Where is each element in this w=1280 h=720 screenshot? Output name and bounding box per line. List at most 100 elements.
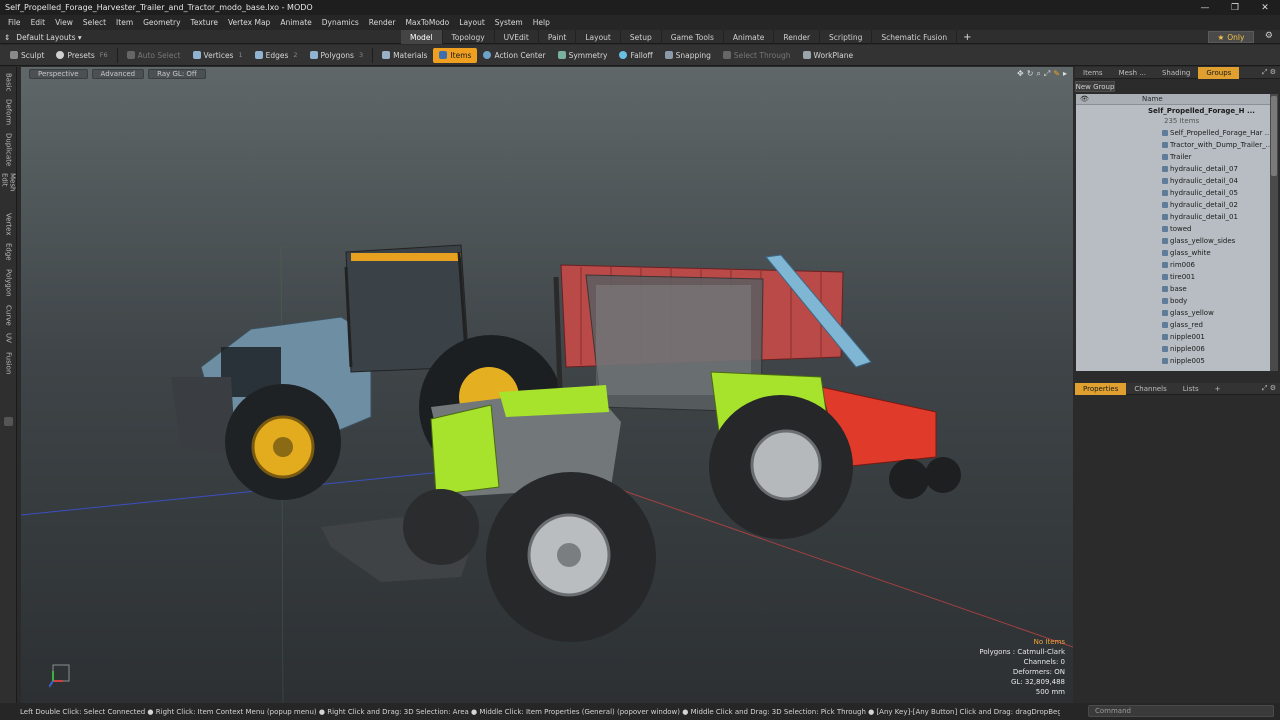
tab-schematic-fusion[interactable]: Schematic Fusion — [872, 30, 958, 44]
group-item-row[interactable]: base — [1076, 284, 1270, 296]
group-item-row[interactable]: nipple005 — [1076, 356, 1270, 368]
polygons-button[interactable]: Polygons 3 — [304, 48, 370, 63]
tab-mesh[interactable]: Mesh ... — [1111, 67, 1154, 79]
tab-layout[interactable]: Layout — [576, 30, 621, 44]
side-tab-duplicate[interactable]: Duplicate — [2, 131, 15, 169]
group-item-row[interactable]: glass_yellow_sides — [1076, 236, 1270, 248]
expand-tools-button[interactable] — [4, 417, 13, 426]
menu-texture[interactable]: Texture — [186, 18, 223, 27]
name-column-header[interactable]: Name — [1142, 95, 1163, 103]
group-item-row[interactable]: nipple001 — [1076, 332, 1270, 344]
menu-dynamics[interactable]: Dynamics — [317, 18, 364, 27]
group-item-row[interactable]: hydraulic_detail_05 — [1076, 188, 1270, 200]
shading-mode-dropdown[interactable]: Advanced — [91, 69, 145, 79]
menu-render[interactable]: Render — [364, 18, 401, 27]
snapping-button[interactable]: Snapping — [659, 48, 717, 63]
tab-game-tools[interactable]: Game Tools — [662, 30, 724, 44]
group-item-row[interactable]: Trailer — [1076, 152, 1270, 164]
layout-selector[interactable]: ⇕ Default Layouts ▾ — [4, 30, 82, 44]
tab-lists[interactable]: Lists — [1175, 383, 1207, 395]
gear-icon[interactable]: ⚙ — [1265, 31, 1273, 41]
view-mode-dropdown[interactable]: Perspective — [29, 69, 88, 79]
raygl-toggle[interactable]: Ray GL: Off — [148, 69, 206, 79]
group-item-row[interactable]: hydraulic_detail_02 — [1076, 200, 1270, 212]
menu-select[interactable]: Select — [78, 18, 111, 27]
groups-list[interactable]: 👁 Name Self_Propelled_Forage_H ... 235 It… — [1076, 94, 1270, 371]
tab-properties[interactable]: Properties — [1075, 382, 1127, 395]
group-item-row[interactable]: glass_yellow — [1076, 308, 1270, 320]
group-item-row[interactable]: hydraulic_detail_07 — [1076, 164, 1270, 176]
menu-system[interactable]: System — [490, 18, 528, 27]
tab-uvedit[interactable]: UVEdit — [495, 30, 539, 44]
tab-topology[interactable]: Topology — [443, 30, 495, 44]
maximize-button[interactable]: ❐ — [1220, 0, 1250, 15]
presets-button[interactable]: Presets F6 — [50, 48, 113, 63]
auto-select-button[interactable]: Auto Select — [121, 48, 187, 63]
command-input[interactable]: Command — [1088, 705, 1274, 717]
symmetry-button[interactable]: Symmetry — [552, 48, 614, 63]
edges-button[interactable]: Edges 2 — [249, 48, 304, 63]
group-item-row[interactable]: hydraulic_detail_04 — [1076, 176, 1270, 188]
tab-model[interactable]: Model — [401, 30, 443, 44]
items-button[interactable]: Items — [433, 47, 478, 63]
menu-view[interactable]: View — [50, 18, 78, 27]
group-item-row[interactable]: tire001 — [1076, 272, 1270, 284]
group-item-row[interactable]: rim006 — [1076, 260, 1270, 272]
side-tab-curve[interactable]: Curve — [2, 303, 15, 327]
tab-render[interactable]: Render — [774, 30, 821, 44]
tab-setup[interactable]: Setup — [621, 30, 662, 44]
fit-view-icon[interactable]: ⤢ — [1044, 69, 1050, 79]
group-item-row[interactable]: glass_white — [1076, 248, 1270, 260]
3d-viewport[interactable]: Perspective Advanced Ray GL: Off ✥ ↻ ⌕ ⤢… — [21, 67, 1073, 703]
tab-groups[interactable]: Groups — [1198, 66, 1240, 79]
scrollbar-thumb[interactable] — [1271, 96, 1277, 176]
tab-shading[interactable]: Shading — [1154, 67, 1198, 79]
side-tab-vertex[interactable]: Vertex — [2, 211, 15, 237]
side-tab-basic[interactable]: Basic — [2, 71, 15, 93]
menu-animate[interactable]: Animate — [275, 18, 316, 27]
move-view-icon[interactable]: ✥ — [1017, 69, 1024, 79]
tab-scripting[interactable]: Scripting — [820, 30, 873, 44]
side-tab-deform[interactable]: Deform — [2, 97, 15, 127]
menu-vertex-map[interactable]: Vertex Map — [223, 18, 275, 27]
side-tab-uv[interactable]: UV — [2, 331, 15, 345]
viewport-settings-icon[interactable]: ✎ — [1053, 69, 1060, 79]
group-item-row[interactable]: body — [1076, 296, 1270, 308]
side-tab-polygon[interactable]: Polygon — [2, 267, 15, 299]
group-item-row[interactable]: towed — [1076, 224, 1270, 236]
sculpt-button[interactable]: Sculpt — [4, 48, 50, 63]
side-tab-edge[interactable]: Edge — [2, 241, 15, 263]
group-item-row[interactable]: Tractor_with_Dump_Trailer_... — [1076, 140, 1270, 152]
group-item-row[interactable]: Self_Propelled_Forage_Har ... — [1076, 128, 1270, 140]
menu-geometry[interactable]: Geometry — [138, 18, 185, 27]
menu-maxtomodo[interactable]: MaxToModo — [400, 18, 454, 27]
tab-paint[interactable]: Paint — [539, 30, 577, 44]
add-tab-button[interactable]: + — [957, 30, 977, 44]
tab-channels[interactable]: Channels — [1126, 383, 1174, 395]
layout-dropdown[interactable]: Default Layouts ▾ — [16, 33, 81, 42]
action-center-button[interactable]: Action Center — [477, 48, 551, 63]
group-item-row[interactable]: nipple006 — [1076, 344, 1270, 356]
minimize-button[interactable]: — — [1190, 0, 1220, 15]
zoom-view-icon[interactable]: ⌕ — [1036, 69, 1040, 79]
viewport-menu-icon[interactable]: ▸ — [1063, 69, 1067, 79]
new-group-button[interactable]: New Group — [1075, 81, 1115, 92]
menu-edit[interactable]: Edit — [26, 18, 51, 27]
workplane-button[interactable]: WorkPlane — [797, 48, 860, 63]
falloff-button[interactable]: Falloff — [613, 48, 658, 63]
visibility-column-icon[interactable]: 👁 — [1080, 95, 1089, 103]
tab-items[interactable]: Items — [1075, 67, 1111, 79]
close-button[interactable]: ✕ — [1250, 0, 1280, 15]
groups-scrollbar[interactable] — [1270, 94, 1278, 371]
side-tab-mesh-edit[interactable]: Mesh Edit — [1, 173, 17, 207]
select-through-button[interactable]: Select Through — [717, 48, 797, 63]
rotate-view-icon[interactable]: ↻ — [1027, 69, 1034, 79]
vertices-button[interactable]: Vertices 1 — [187, 48, 249, 63]
menu-file[interactable]: File — [3, 18, 26, 27]
side-tab-fusion[interactable]: Fusion — [2, 349, 15, 377]
group-item-row[interactable]: hydraulic_detail_01 — [1076, 212, 1270, 224]
menu-layout[interactable]: Layout — [454, 18, 490, 27]
menu-help[interactable]: Help — [528, 18, 555, 27]
tab-animate[interactable]: Animate — [724, 30, 775, 44]
menu-item[interactable]: Item — [111, 18, 138, 27]
